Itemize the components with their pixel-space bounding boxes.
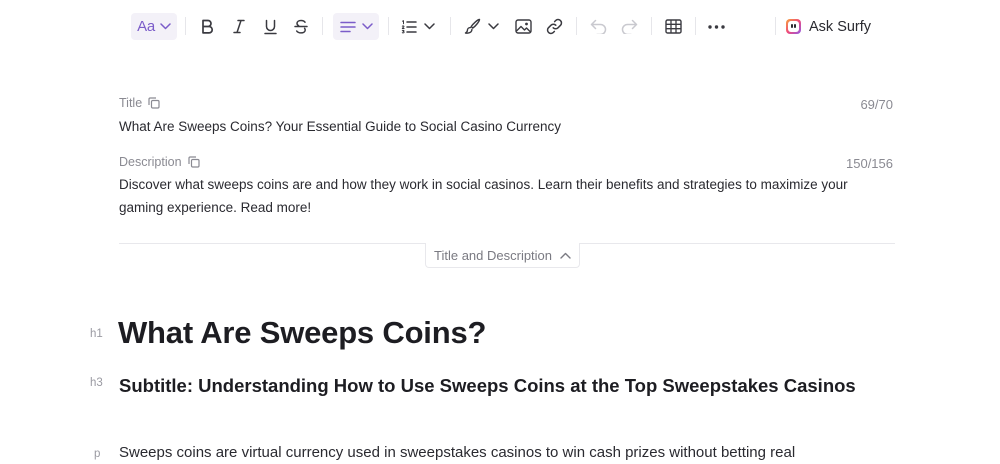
- text-style-label: Aa: [137, 18, 155, 35]
- strikethrough-button[interactable]: [290, 13, 312, 40]
- toolbar-separator: [695, 17, 696, 35]
- editor-toolbar: Aa Ask Surfy: [0, 0, 1000, 52]
- block-type-p: p: [94, 448, 101, 460]
- redo-icon: [621, 19, 637, 34]
- description-label-row: Description: [119, 155, 200, 169]
- italic-button[interactable]: [228, 13, 250, 40]
- toggle-label: Title and Description: [434, 247, 553, 263]
- table-icon: [664, 19, 682, 34]
- bold-icon: [201, 19, 213, 34]
- copy-title-button[interactable]: [148, 97, 160, 109]
- image-icon: [514, 19, 532, 34]
- copy-description-button[interactable]: [187, 156, 200, 168]
- toolbar-separator: [322, 17, 323, 35]
- description-char-count: 150/156: [846, 156, 893, 171]
- more-horizontal-icon: [707, 24, 725, 29]
- ask-surfy-label: Ask Surfy: [809, 18, 872, 35]
- align-left-icon: [339, 21, 356, 32]
- toolbar-separator: [775, 17, 776, 35]
- chevron-down-icon: [424, 23, 435, 30]
- chevron-down-icon: [361, 23, 373, 30]
- surfy-logo-icon: [786, 19, 801, 34]
- heading-h1[interactable]: What Are Sweeps Coins?: [118, 315, 486, 351]
- description-label: Description: [119, 155, 182, 169]
- undo-button[interactable]: [587, 13, 609, 40]
- insert-link-button[interactable]: [543, 13, 565, 40]
- link-icon: [546, 18, 562, 35]
- undo-icon: [590, 19, 606, 34]
- toolbar-separator: [651, 17, 652, 35]
- italic-icon: [233, 19, 245, 34]
- title-char-count: 69/70: [860, 97, 893, 112]
- chevron-up-icon: [560, 252, 571, 259]
- title-value[interactable]: What Are Sweeps Coins? Your Essential Gu…: [119, 115, 894, 138]
- underline-icon: [263, 19, 277, 34]
- more-options-button[interactable]: [705, 13, 727, 40]
- numbered-list-icon: [401, 19, 417, 33]
- title-label: Title: [119, 96, 143, 110]
- block-type-h1: h1: [90, 328, 103, 340]
- toolbar-separator: [450, 17, 451, 35]
- toolbar-separator: [576, 17, 577, 35]
- copy-icon: [187, 156, 200, 168]
- highlight-dropdown[interactable]: [461, 13, 501, 40]
- block-type-h3: h3: [90, 377, 103, 389]
- text-style-dropdown[interactable]: Aa: [131, 13, 177, 40]
- toolbar-separator: [388, 17, 389, 35]
- paragraph[interactable]: Sweeps coins are virtual currency used i…: [119, 442, 909, 464]
- description-value[interactable]: Discover what sweeps coins are and how t…: [119, 173, 894, 219]
- heading-h3[interactable]: Subtitle: Understanding How to Use Sweep…: [119, 372, 879, 399]
- title-label-row: Title: [119, 96, 160, 110]
- insert-image-button[interactable]: [512, 13, 534, 40]
- bold-button[interactable]: [196, 13, 218, 40]
- chevron-down-icon: [160, 23, 171, 30]
- ask-surfy-button[interactable]: Ask Surfy: [786, 13, 871, 40]
- insert-table-button[interactable]: [662, 13, 684, 40]
- copy-icon: [148, 97, 160, 109]
- list-dropdown[interactable]: [398, 13, 438, 40]
- underline-button[interactable]: [259, 13, 281, 40]
- align-dropdown[interactable]: [333, 13, 379, 40]
- chevron-down-icon: [487, 23, 499, 30]
- redo-button[interactable]: [618, 13, 640, 40]
- toolbar-separator: [185, 17, 186, 35]
- strikethrough-icon: [294, 19, 308, 34]
- brush-icon: [464, 18, 480, 34]
- title-description-toggle[interactable]: Title and Description: [425, 243, 581, 268]
